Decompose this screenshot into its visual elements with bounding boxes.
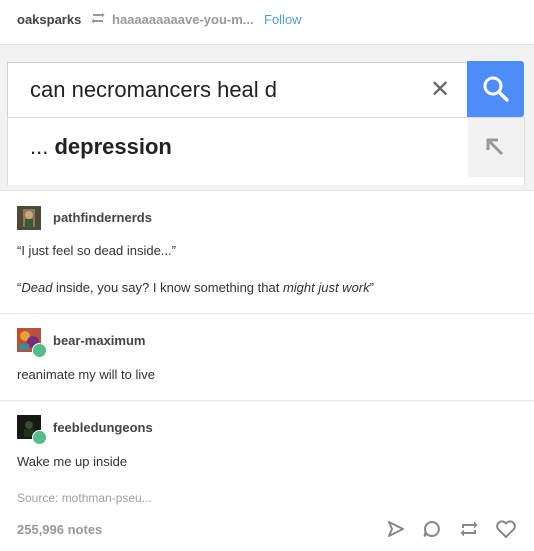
- post-text-reply: “Dead inside, you say? I know something …: [17, 280, 374, 295]
- reblog-icon: [90, 11, 106, 30]
- username-link[interactable]: feebledungeons: [53, 420, 153, 435]
- share-icon[interactable]: [386, 519, 406, 539]
- clear-icon: ✕: [430, 76, 451, 103]
- post-text: reanimate my will to live: [17, 367, 155, 382]
- search-input: can necromancers heal d ✕: [7, 62, 469, 118]
- like-heart-icon[interactable]: [495, 519, 517, 539]
- post-text: Wake me up inside: [17, 454, 128, 469]
- divider: [0, 313, 534, 314]
- post-header: oaksparks haaaaaaaaave-you-m... Follow: [0, 0, 534, 45]
- reblog-badge-icon: [32, 430, 47, 445]
- notes-count[interactable]: 255,996 notes: [17, 522, 102, 537]
- search-suggestion: ... depression: [7, 117, 525, 179]
- fill-query-arrow-icon: [468, 118, 524, 178]
- search-query-text: can necromancers heal d: [30, 77, 278, 102]
- suggestion-list-edge: [7, 177, 525, 185]
- username-link[interactable]: bear-maximum: [53, 333, 145, 348]
- suggestion-text: ... depression: [30, 134, 172, 159]
- post-author-link[interactable]: oaksparks: [17, 12, 81, 27]
- source-link[interactable]: Source: mothman-pseu...: [17, 491, 152, 505]
- search-icon: [483, 76, 509, 102]
- divider: [0, 400, 534, 401]
- reblog-badge-icon: [32, 343, 47, 358]
- avatar[interactable]: [17, 206, 41, 230]
- search-screenshot-image: can necromancers heal d ✕ ... depression: [0, 45, 534, 191]
- source-blog-link[interactable]: haaaaaaaaave-you-m...: [112, 12, 254, 27]
- search-button: [467, 61, 524, 117]
- reblog-icon[interactable]: [458, 519, 480, 539]
- post-text: “I just feel so dead inside...”: [17, 243, 176, 258]
- reply-icon[interactable]: [422, 519, 442, 539]
- follow-button[interactable]: Follow: [264, 12, 302, 27]
- username-link[interactable]: pathfindernerds: [53, 210, 152, 225]
